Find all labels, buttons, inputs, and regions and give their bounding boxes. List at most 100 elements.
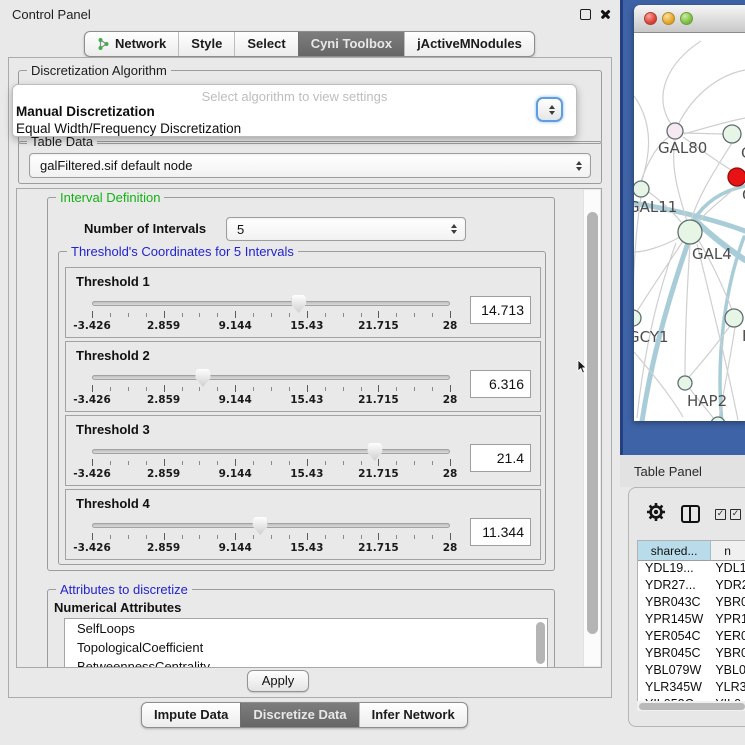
tab-impute-data[interactable]: Impute Data (142, 703, 240, 727)
tab-jactivemnodules[interactable]: jActiveMNodules (404, 32, 534, 56)
network-canvas[interactable]: GAL80GCGAL11GAL4GCY1HHAP2 (634, 33, 745, 421)
cell-name[interactable]: YLR3 (711, 680, 745, 697)
thresholds-group-title: Threshold's Coordinates for 5 Intervals (67, 244, 298, 259)
slider-tick (414, 461, 415, 465)
cell-name[interactable]: YBR0 (711, 646, 745, 663)
number-of-intervals-combobox[interactable]: 5 (226, 217, 466, 241)
viewport-scrollbar[interactable] (583, 190, 600, 666)
column-header-shared-name[interactable]: shared... (638, 541, 711, 561)
table-row[interactable]: YBL079WYBL0 (638, 663, 745, 680)
cell-shared-name[interactable]: YPR145W (638, 612, 711, 629)
slider-tick (164, 533, 165, 540)
slider-thumb[interactable] (367, 443, 382, 461)
tab-style[interactable]: Style (178, 32, 234, 56)
threshold-1-slider[interactable]: -3.4262.8599.14415.4321.71528 (92, 298, 450, 336)
slider-track[interactable] (92, 301, 450, 306)
column-header-name[interactable]: n (711, 541, 745, 561)
cell-name[interactable]: YBR0 (711, 595, 745, 612)
numerical-attributes-list[interactable]: SelfLoopsTopologicalCoefficientBetweenne… (64, 618, 548, 668)
cell-name[interactable]: YBL0 (711, 663, 745, 680)
slider-tick-label: 15.43 (290, 320, 323, 332)
list-scrollbar-thumb[interactable] (536, 622, 545, 664)
attribute-item-betweennesscentrality[interactable]: BetweennessCentrality (65, 657, 547, 668)
cell-shared-name[interactable]: YLR345W (638, 680, 711, 697)
threshold-4-slider[interactable]: -3.4262.8599.14415.4321.71528 (92, 520, 450, 558)
checkbox-icon[interactable]: ✓ (715, 509, 726, 520)
slider-thumb[interactable] (195, 369, 210, 387)
threshold-3-value[interactable]: 21.4 (470, 444, 531, 472)
cell-shared-name[interactable]: YDL19... (638, 561, 711, 578)
network-node[interactable] (678, 376, 692, 390)
network-node[interactable] (728, 168, 745, 186)
network-edge (683, 133, 723, 134)
float-window-icon[interactable] (580, 9, 591, 20)
slider-tick-label: 9.144 (219, 394, 252, 406)
table-horizontal-scrollbar[interactable] (637, 701, 745, 711)
network-node[interactable] (667, 123, 683, 139)
table-hscrollbar-thumb[interactable] (639, 703, 745, 710)
cell-name[interactable]: YPR1 (711, 612, 745, 629)
slider-tick-label: 21.715 (358, 320, 399, 332)
network-node[interactable] (634, 181, 649, 197)
slider-track[interactable] (92, 523, 450, 528)
network-node[interactable] (725, 309, 743, 327)
attribute-item-topologicalcoefficient[interactable]: TopologicalCoefficient (65, 638, 547, 657)
gear-icon[interactable] (645, 501, 667, 523)
algorithm-option-equal-width[interactable]: Equal Width/Frequency Discretization (16, 121, 241, 136)
table-row[interactable]: YPR145WYPR1 (638, 612, 745, 629)
slider-tick (182, 387, 183, 391)
table-row[interactable]: YDR27...YDR2 (638, 578, 745, 595)
cell-name[interactable]: YDL1 (711, 561, 745, 578)
threshold-3-slider[interactable]: -3.4262.8599.14415.4321.71528 (92, 446, 450, 484)
cell-name[interactable]: YER0 (711, 629, 745, 646)
slider-tick (450, 385, 451, 392)
tab-discretize-data[interactable]: Discretize Data (240, 703, 358, 727)
tab-cyni-toolbox[interactable]: Cyni Toolbox (298, 32, 404, 56)
slider-tick (289, 387, 290, 391)
split-table-icon[interactable] (681, 505, 700, 523)
slider-tick (414, 535, 415, 539)
slider-tick (325, 461, 326, 465)
network-node-label: GAL11 (634, 198, 677, 216)
slider-track[interactable] (92, 449, 450, 454)
viewport-scrollbar-thumb[interactable] (587, 212, 598, 634)
table-row[interactable]: YBR045CYBR0 (638, 646, 745, 663)
tab-infer-network[interactable]: Infer Network (359, 703, 467, 727)
threshold-1-value[interactable]: 14.713 (470, 296, 531, 324)
network-node[interactable] (723, 125, 741, 143)
cell-shared-name[interactable]: YBR045C (638, 646, 711, 663)
cell-shared-name[interactable]: YBL079W (638, 663, 711, 680)
table-row[interactable]: YLR345WYLR3 (638, 680, 745, 697)
cell-shared-name[interactable]: YER054C (638, 629, 711, 646)
slider-thumb[interactable] (291, 295, 306, 313)
network-node[interactable] (678, 220, 702, 244)
algorithm-combobox-spinner[interactable] (536, 97, 563, 122)
slider-tick-label: 21.715 (358, 394, 399, 406)
table-data-combobox[interactable]: galFiltered.sif default node (29, 153, 591, 178)
threshold-2-value[interactable]: 6.316 (470, 370, 531, 398)
zoom-traffic-light[interactable] (680, 12, 693, 25)
tab-network[interactable]: Network (85, 32, 178, 56)
cell-shared-name[interactable]: YDR27... (638, 578, 711, 595)
threshold-2-slider[interactable]: -3.4262.8599.14415.4321.71528 (92, 372, 450, 410)
network-window-titlebar[interactable] (634, 5, 745, 33)
close-icon[interactable] (599, 8, 612, 21)
cell-name[interactable]: YDR2 (711, 578, 745, 595)
apply-button[interactable]: Apply (247, 670, 309, 692)
checkbox-icon[interactable]: ✓ (730, 509, 741, 520)
tab-select[interactable]: Select (234, 32, 297, 56)
cell-shared-name[interactable]: YBR043C (638, 595, 711, 612)
table-row[interactable]: YDL19...YDL1 (638, 561, 745, 578)
attribute-item-selfloops[interactable]: SelfLoops (65, 619, 547, 638)
algorithm-option-manual[interactable]: Manual Discretization (16, 104, 155, 119)
minimize-traffic-light[interactable] (662, 12, 675, 25)
close-traffic-light[interactable] (644, 12, 657, 25)
network-node[interactable] (634, 310, 641, 326)
table-row[interactable]: YBR043CYBR0 (638, 595, 745, 612)
slider-tick-label: -3.426 (73, 320, 111, 332)
slider-track[interactable] (92, 375, 450, 380)
slider-thumb[interactable] (253, 517, 268, 535)
threshold-4-value[interactable]: 11.344 (470, 518, 531, 546)
table-row[interactable]: YER054CYER0 (638, 629, 745, 646)
slider-tick (199, 387, 200, 391)
